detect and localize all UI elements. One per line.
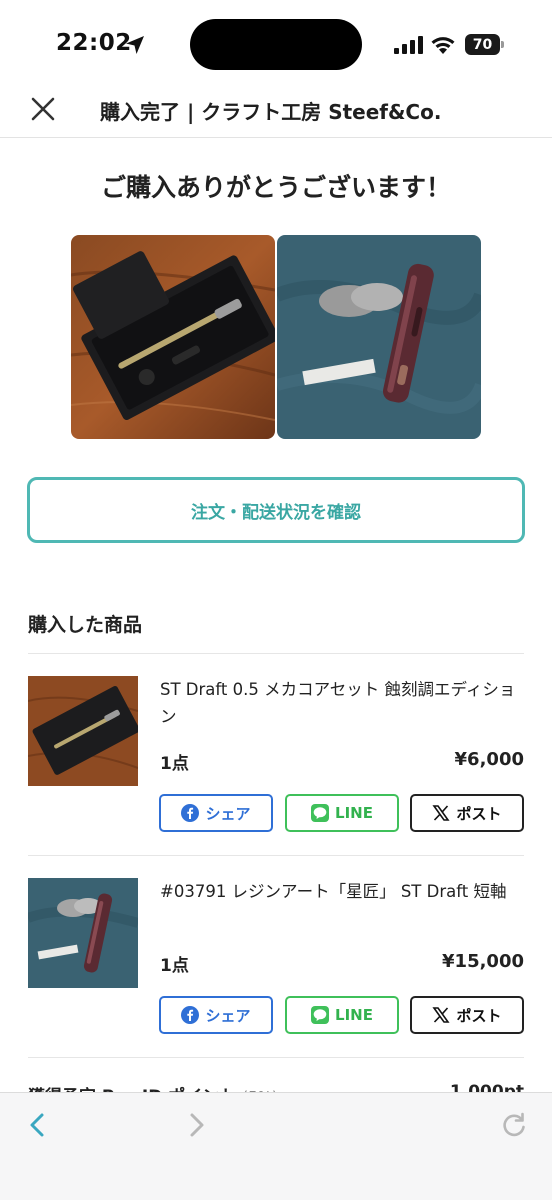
order-status-button[interactable]: 注文・配送状況を確認: [27, 477, 525, 543]
reload-icon[interactable]: [500, 1111, 528, 1139]
divider: [28, 1057, 524, 1058]
line-share-button[interactable]: LINE: [285, 996, 399, 1034]
page-header: 購入完了 | クラフト工房 Steef&Co.: [0, 84, 552, 138]
line-icon: [311, 1006, 330, 1024]
item-quantity: 1点: [160, 754, 189, 774]
page-title: 購入完了 | クラフト工房 Steef&Co.: [100, 100, 442, 124]
product-image-resin-pen: [277, 235, 481, 439]
item-price: ¥6,000: [454, 749, 524, 770]
product-image-pen-set: [71, 235, 275, 439]
facebook-share-button[interactable]: シェア: [159, 996, 273, 1034]
divider: [28, 855, 524, 856]
item-quantity: 1点: [160, 956, 189, 976]
location-arrow-icon: [126, 36, 144, 54]
line-icon: [311, 804, 330, 822]
line-share-label: LINE: [335, 804, 373, 822]
browser-toolbar: [0, 1092, 552, 1200]
x-post-button[interactable]: ポスト: [410, 996, 524, 1034]
x-logo-icon: [432, 805, 451, 821]
facebook-share-button[interactable]: シェア: [159, 794, 273, 832]
status-time: 22:02: [56, 30, 132, 56]
close-icon[interactable]: [28, 94, 58, 124]
item-thumbnail[interactable]: [28, 878, 138, 988]
item-price: ¥15,000: [442, 951, 524, 972]
x-post-label: ポスト: [456, 1006, 502, 1025]
wifi-icon: [431, 37, 455, 54]
x-logo-icon: [432, 1007, 451, 1023]
chevron-left-icon[interactable]: [24, 1111, 52, 1139]
thanks-message: ご購入ありがとうございます！: [100, 173, 451, 202]
purchased-items-title: 購入した商品: [28, 614, 143, 636]
battery-level: 70: [465, 34, 500, 55]
dynamic-island: [190, 19, 362, 70]
facebook-icon: [181, 1006, 200, 1024]
item-thumbnail[interactable]: [28, 676, 138, 786]
facebook-icon: [181, 804, 200, 822]
item-name[interactable]: ST Draft 0.5 メカコアセット 蝕刻調エディション: [160, 676, 520, 730]
chevron-right-icon[interactable]: [182, 1111, 210, 1139]
battery-indicator: 70: [465, 34, 505, 55]
facebook-share-label: シェア: [205, 804, 251, 823]
divider: [28, 653, 524, 654]
status-bar: 22:02 70: [0, 0, 552, 84]
x-post-button[interactable]: ポスト: [410, 794, 524, 832]
purchase-complete-screen: 22:02 70 購入完了 | クラフト工房 Steef&Co. ご購入ありがと…: [0, 0, 552, 1200]
cellular-signal-icon: [394, 36, 423, 54]
item-name[interactable]: #03791 レジンアート「星匠」 ST Draft 短軸: [160, 878, 520, 905]
x-post-label: ポスト: [456, 804, 502, 823]
line-share-button[interactable]: LINE: [285, 794, 399, 832]
line-share-label: LINE: [335, 1006, 373, 1024]
facebook-share-label: シェア: [205, 1006, 251, 1025]
